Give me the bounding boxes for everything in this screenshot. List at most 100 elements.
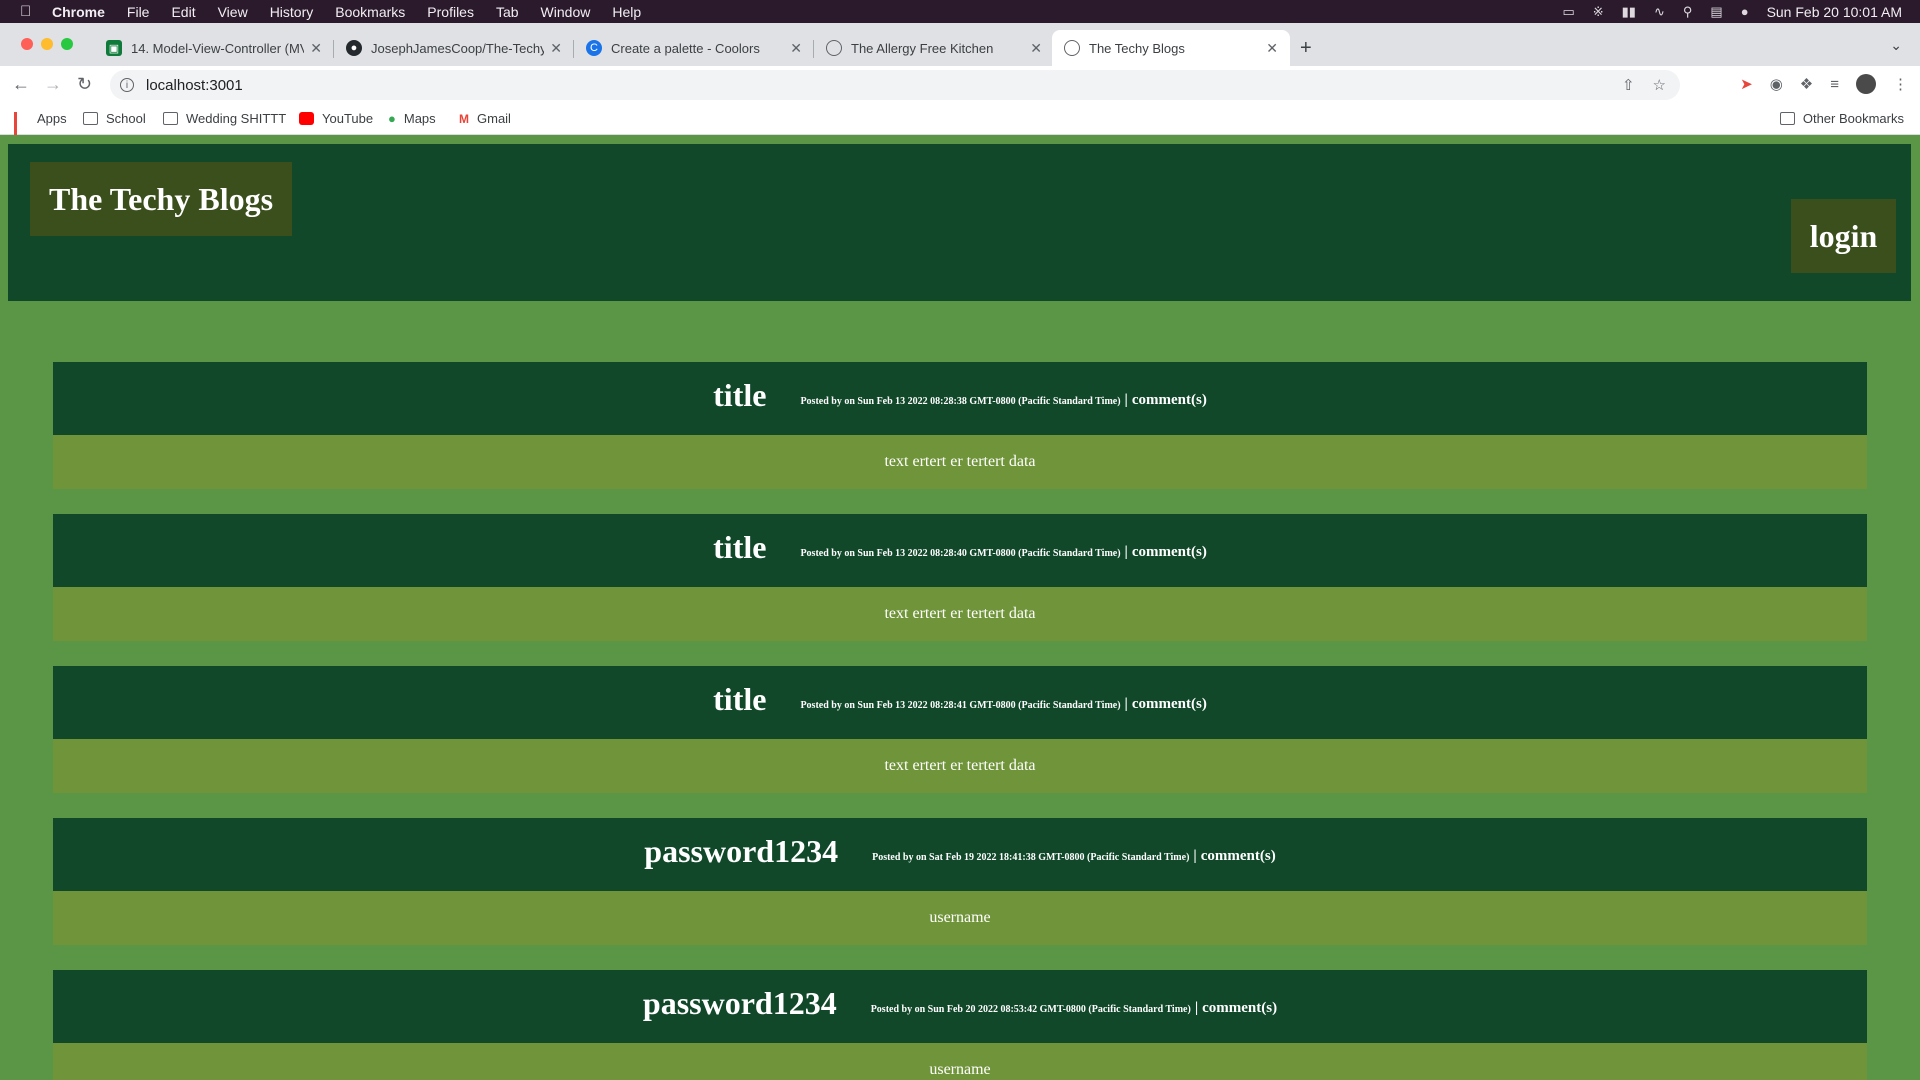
address-bar[interactable]: i localhost:3001 ⇧ ☆	[110, 70, 1680, 100]
post-comments-link[interactable]: comment(s)	[1132, 544, 1207, 561]
profile-avatar[interactable]	[1856, 74, 1876, 94]
post-meta: Posted by on Sun Feb 20 2022 08:53:42 GM…	[870, 1004, 1191, 1015]
camera-icon[interactable]: ◉	[1770, 75, 1783, 93]
minimize-window-button[interactable]	[41, 38, 53, 50]
reading-list-icon[interactable]: ≡	[1830, 76, 1839, 93]
bookmark-label: Other Bookmarks	[1802, 111, 1904, 126]
close-icon[interactable]: ✕	[1266, 40, 1278, 57]
browser-tab-strip: ▣ 14. Model-View-Controller (MV ✕ ● Jose…	[0, 23, 1920, 66]
close-icon[interactable]: ✕	[310, 40, 322, 57]
share-icon[interactable]: ⇧	[1622, 76, 1635, 94]
menu-file[interactable]: File	[127, 4, 150, 20]
site-title[interactable]: The Techy Blogs	[30, 162, 292, 236]
new-tab-plus-icon[interactable]: +	[1300, 37, 1312, 60]
post-body: text ertert er tertert data	[53, 587, 1867, 641]
address-bar-url[interactable]: localhost:3001	[146, 77, 243, 94]
bookmark-label: Gmail	[477, 111, 511, 126]
post-meta: Posted by on Sun Feb 13 2022 08:28:38 GM…	[800, 396, 1121, 407]
post-comments-link[interactable]: comment(s)	[1132, 392, 1207, 409]
post-title[interactable]: password1234	[643, 985, 837, 1022]
address-bar-actions: ⇧ ☆	[1622, 76, 1666, 94]
globe-icon	[1064, 40, 1080, 56]
control-center-icon[interactable]: ▤	[1710, 4, 1722, 20]
extensions-puzzle-icon[interactable]: ❖	[1800, 75, 1813, 93]
menu-clock[interactable]: Sun Feb 20 10:01 AM	[1767, 4, 1902, 20]
menu-window[interactable]: Window	[541, 4, 591, 20]
spotlight-search-icon[interactable]: ⚲	[1683, 4, 1693, 20]
display-icon[interactable]: ▭	[1562, 4, 1574, 20]
post-separator: |	[1193, 848, 1197, 864]
post-comments-link[interactable]: comment(s)	[1202, 1000, 1277, 1017]
close-icon[interactable]: ✕	[550, 40, 562, 57]
post-meta: Posted by on Sat Feb 19 2022 18:41:38 GM…	[872, 852, 1190, 863]
bookmark-gmail[interactable]: M Gmail	[459, 111, 511, 126]
post-separator: |	[1194, 1000, 1199, 1016]
bookmark-school[interactable]: School	[83, 111, 146, 126]
post-header[interactable]: password1234 Posted by on Sat Feb 19 202…	[53, 818, 1867, 891]
youtube-icon	[299, 112, 314, 125]
tab-label: JosephJamesCoop/The-Techy	[371, 40, 545, 56]
post-card: title Posted by on Sun Feb 13 2022 08:28…	[53, 514, 1867, 641]
folder-icon	[163, 112, 178, 125]
bookmark-wedding[interactable]: Wedding SHITTT	[163, 111, 286, 126]
menu-help[interactable]: Help	[612, 4, 641, 20]
menu-edit[interactable]: Edit	[171, 4, 195, 20]
bookmark-label: Wedding SHITTT	[186, 111, 287, 126]
bookmark-label: Maps	[403, 111, 436, 126]
post-comments-link[interactable]: comment(s)	[1132, 696, 1207, 713]
back-arrow-icon[interactable]: ←	[12, 74, 30, 95]
fullscreen-window-button[interactable]	[61, 38, 73, 50]
bookmark-star-icon[interactable]: ☆	[1653, 76, 1666, 94]
post-separator: |	[1124, 696, 1128, 712]
close-icon[interactable]: ✕	[1030, 40, 1042, 57]
post-title[interactable]: title	[713, 377, 766, 414]
battery-icon[interactable]: ▮▮	[1622, 4, 1636, 20]
post-body: username	[53, 891, 1867, 945]
post-comments-link[interactable]: comment(s)	[1201, 848, 1276, 865]
tab-allergy-free-kitchen[interactable]: The Allergy Free Kitchen ✕	[814, 30, 1054, 66]
bookmark-label: Apps	[37, 111, 67, 126]
post-header[interactable]: title Posted by on Sun Feb 13 2022 08:28…	[53, 362, 1867, 435]
menu-bookmarks[interactable]: Bookmarks	[335, 4, 405, 20]
tab-label: The Allergy Free Kitchen	[851, 40, 994, 56]
post-separator: |	[1124, 392, 1128, 408]
post-body: text ertert er tertert data	[53, 435, 1867, 489]
tab-model-view-controller[interactable]: ▣ 14. Model-View-Controller (MV ✕	[94, 30, 334, 66]
site-info-icon[interactable]: i	[120, 78, 134, 92]
tab-coolors[interactable]: C Create a palette - Coolors ✕	[574, 30, 814, 66]
bookmark-other[interactable]: Other Bookmarks	[1779, 111, 1904, 126]
tab-label: Create a palette - Coolors	[611, 40, 760, 56]
bookmark-label: School	[106, 111, 146, 126]
tab-github-repo[interactable]: ● JosephJamesCoop/The-Techy ✕	[334, 30, 574, 66]
post-header[interactable]: title Posted by on Sun Feb 13 2022 08:28…	[53, 666, 1867, 739]
post-header[interactable]: title Posted by on Sun Feb 13 2022 08:28…	[53, 514, 1867, 587]
post-meta: Posted by on Sun Feb 13 2022 08:28:40 GM…	[800, 548, 1121, 559]
close-icon[interactable]: ✕	[790, 40, 802, 57]
forward-arrow-icon[interactable]: →	[44, 74, 62, 95]
tab-search-chevron-icon[interactable]: ⌄	[1890, 37, 1902, 54]
post-card: password1234 Posted by on Sun Feb 20 202…	[53, 970, 1867, 1080]
siri-icon[interactable]: ●	[1741, 4, 1749, 19]
menu-history[interactable]: History	[270, 4, 314, 20]
extension-arrow-icon[interactable]: ➤	[1740, 75, 1753, 93]
bookmark-apps[interactable]: Apps	[14, 111, 67, 139]
post-header[interactable]: password1234 Posted by on Sun Feb 20 202…	[53, 970, 1867, 1043]
menu-profiles[interactable]: Profiles	[427, 4, 474, 20]
more-menu-icon[interactable]: ⋮	[1893, 75, 1908, 93]
post-card: title Posted by on Sun Feb 13 2022 08:28…	[53, 362, 1867, 489]
login-button[interactable]: login	[1791, 199, 1896, 273]
apple-icon[interactable]: 	[20, 3, 34, 20]
bluetooth-icon[interactable]: ※	[1593, 4, 1604, 20]
post-title[interactable]: password1234	[644, 833, 838, 870]
menu-app-name[interactable]: Chrome	[52, 4, 105, 20]
post-title[interactable]: title	[713, 529, 766, 566]
tab-techy-blogs[interactable]: The Techy Blogs ✕	[1052, 30, 1290, 66]
bookmark-youtube[interactable]: YouTube	[299, 111, 373, 126]
menu-tab[interactable]: Tab	[496, 4, 519, 20]
menu-view[interactable]: View	[218, 4, 248, 20]
wifi-icon[interactable]: ∿	[1654, 4, 1665, 20]
close-window-button[interactable]	[21, 38, 33, 50]
reload-icon[interactable]: ↻	[77, 74, 92, 95]
bookmark-maps[interactable]: ● Maps	[388, 111, 436, 126]
post-title[interactable]: title	[713, 681, 766, 718]
